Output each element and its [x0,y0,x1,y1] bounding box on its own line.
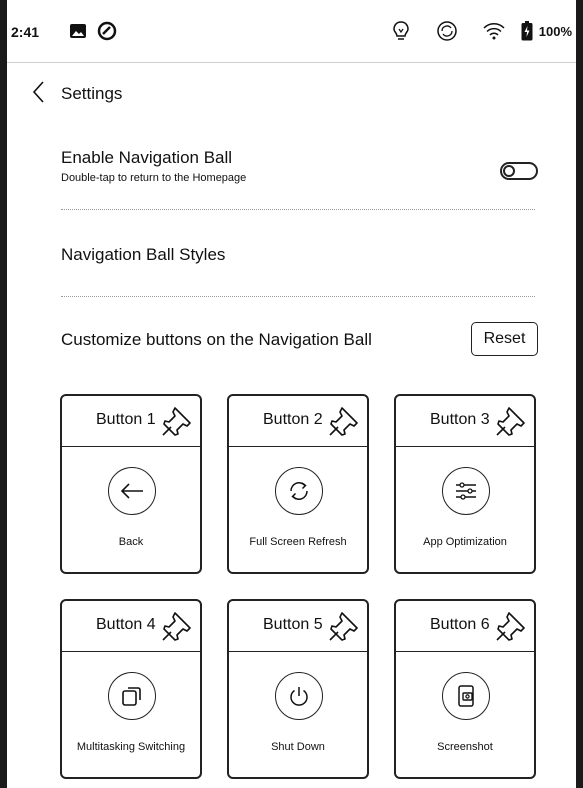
card-label: Button 1 [96,411,156,428]
card-action-label: App Optimization [423,536,507,548]
back-arrow-icon [108,467,156,515]
card-header: Button 4 [62,601,200,652]
card-label: Button 6 [430,616,490,633]
sliders-icon [442,467,490,515]
nav-button-card-5[interactable]: Button 5 Shut Down [227,599,369,779]
nav-ball-styles-row[interactable]: Navigation Ball Styles [61,245,543,265]
status-time: 2:41 [11,24,40,40]
card-header: Button 1 [62,396,200,447]
screenshot-icon [442,672,490,720]
card-action-label: Screenshot [437,741,493,753]
device-frame-right [576,0,583,788]
refresh-icon [275,467,323,515]
chevron-left-icon [32,81,44,103]
nav-button-card-1[interactable]: Button 1 Back [60,394,202,574]
nav-button-card-6[interactable]: Button 6 Screenshot [394,599,536,779]
sync-status-icon [96,20,118,42]
page-title: Settings [61,84,123,103]
enable-nav-ball-title: Enable Navigation Ball [61,148,233,167]
pin-icon[interactable] [327,607,363,643]
battery-icon [516,20,538,42]
status-bar: 2:41 100% [7,0,576,63]
title-bar: Settings [7,62,576,122]
card-action-label: Full Screen Refresh [249,536,347,548]
card-label: Button 4 [96,616,156,633]
row-divider [61,296,535,297]
card-action-label: Multitasking Switching [76,741,186,753]
nav-ball-styles-title: Navigation Ball Styles [61,245,226,264]
pin-icon[interactable] [494,402,530,438]
pin-icon[interactable] [160,402,196,438]
nav-button-card-3[interactable]: Button 3 App Optimization [394,394,536,574]
card-header: Button 3 [396,396,534,447]
card-label: Button 3 [430,411,490,428]
enable-nav-ball-row[interactable]: Enable Navigation Ball Double-tap to ret… [61,148,543,184]
device-frame-left [0,0,7,788]
enable-nav-ball-toggle[interactable] [500,162,538,180]
card-action-label: Shut Down [271,741,325,753]
nav-button-card-2[interactable]: Button 2 Full Screen Refresh [227,394,369,574]
image-icon [67,20,89,42]
card-header: Button 2 [229,396,367,447]
toggle-knob [503,165,515,177]
multitask-icon [108,672,156,720]
pin-icon[interactable] [327,402,363,438]
row-divider [61,209,535,210]
card-header: Button 6 [396,601,534,652]
card-label: Button 5 [263,616,323,633]
card-action-label: Back [118,536,144,548]
refresh-mode-icon [436,20,458,42]
card-label: Button 2 [263,411,323,428]
power-icon [275,672,323,720]
enable-nav-ball-subtitle: Double-tap to return to the Homepage [61,172,247,184]
reset-button[interactable]: Reset [471,322,538,356]
wifi-icon [483,20,505,42]
pin-icon[interactable] [160,607,196,643]
back-button[interactable] [27,78,51,106]
card-header: Button 5 [229,601,367,652]
bulb-icon [390,20,412,42]
nav-button-card-4[interactable]: Button 4 Multitasking Switching [60,599,202,779]
pin-icon[interactable] [494,607,530,643]
battery-percentage: 100% [538,24,572,39]
